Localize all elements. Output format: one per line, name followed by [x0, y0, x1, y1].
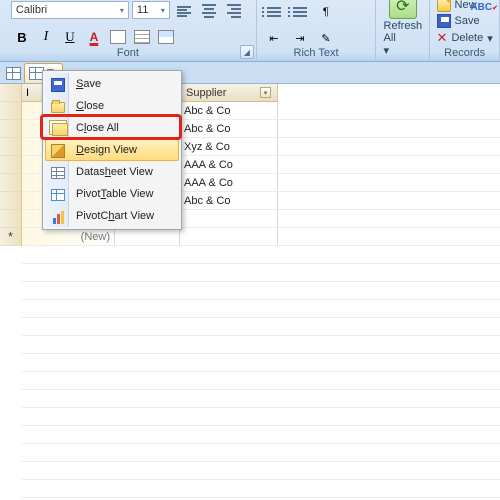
save-icon: [50, 77, 66, 93]
ribbon-group-font: Calibri ▾ 11 ▾ B I U A Font: [0, 0, 257, 61]
view-switcher-icon[interactable]: [2, 63, 24, 83]
increase-indent-button[interactable]: ⇥: [289, 29, 311, 47]
menu-item-pivottable-view[interactable]: PivotTable View: [45, 183, 179, 205]
menu-item-close[interactable]: Close: [45, 95, 179, 117]
delete-record-button[interactable]: ✕Delete ▾: [437, 29, 493, 47]
column-header-supplier[interactable]: Supplier▾: [180, 84, 278, 102]
bullet-list-button[interactable]: [289, 3, 311, 21]
folders-icon: [50, 121, 66, 137]
menu-item-save[interactable]: Save: [45, 73, 179, 95]
chevron-down-icon: ▾: [260, 87, 271, 98]
menu-item-design-view[interactable]: Design View: [45, 139, 179, 161]
font-color-button[interactable]: A: [83, 27, 105, 47]
decrease-indent-button[interactable]: ⇤: [263, 29, 285, 47]
group-label-font: Font: [0, 47, 256, 61]
group-label-richtext: Rich Text: [257, 47, 375, 61]
delete-icon: ✕: [437, 30, 448, 46]
altrow-color-button[interactable]: [155, 27, 177, 47]
menu-item-pivotchart-view[interactable]: PivotChart View: [45, 205, 179, 227]
align-center-button[interactable]: [198, 1, 220, 21]
dialog-launcher-icon[interactable]: ◢: [240, 45, 254, 59]
text-dir-button[interactable]: ¶: [315, 3, 337, 21]
refresh-all-button[interactable]: ⟳ Refresh All▾: [382, 0, 425, 59]
save-icon: [437, 14, 451, 28]
folder-icon: [50, 99, 66, 115]
new-record-row[interactable]: *(New): [0, 228, 500, 246]
menu-item-datasheet-view[interactable]: Datasheet View: [45, 161, 179, 183]
fill-color-button[interactable]: [107, 27, 129, 47]
menu-item-close-all[interactable]: Close All: [45, 117, 179, 139]
font-size-value: 11: [137, 4, 148, 16]
save-record-button[interactable]: Save: [437, 13, 480, 29]
refresh-icon: ⟳: [389, 0, 417, 19]
spellcheck-icon[interactable]: ABC✔: [470, 2, 498, 13]
gridlines-button[interactable]: [131, 27, 153, 47]
select-all-cell[interactable]: [0, 84, 22, 102]
font-family-value: Calibri: [16, 4, 47, 16]
chevron-down-icon: ▾: [161, 6, 165, 15]
datasheet-view-icon: [50, 165, 66, 181]
group-label-records: Records: [430, 47, 499, 61]
italic-button[interactable]: I: [35, 27, 57, 47]
highlight-button[interactable]: ✎: [315, 29, 337, 47]
design-view-icon: [50, 143, 66, 159]
context-menu: Save Close Close All Design View Datashe…: [42, 70, 182, 230]
new-record-icon: [437, 0, 451, 12]
new-row-indicator-icon: *: [0, 228, 22, 246]
pivotchart-icon: [50, 209, 66, 225]
ribbon-group-refresh: ⟳ Refresh All▾: [376, 0, 430, 61]
ribbon-group-richtext: ¶ ⇤ ⇥ ✎ Rich Text: [257, 0, 376, 61]
align-left-button[interactable]: [173, 1, 195, 21]
pivottable-icon: [50, 187, 66, 203]
ribbon: Calibri ▾ 11 ▾ B I U A Font: [0, 0, 500, 62]
refresh-label: Refresh All▾: [384, 20, 423, 57]
align-right-button[interactable]: [223, 1, 245, 21]
underline-button[interactable]: U: [59, 27, 81, 47]
chevron-down-icon: ▾: [120, 6, 124, 15]
bold-button[interactable]: B: [11, 27, 33, 47]
font-family-combo[interactable]: Calibri ▾: [11, 1, 129, 19]
font-size-combo[interactable]: 11 ▾: [132, 1, 170, 19]
numbered-list-button[interactable]: [263, 3, 285, 21]
